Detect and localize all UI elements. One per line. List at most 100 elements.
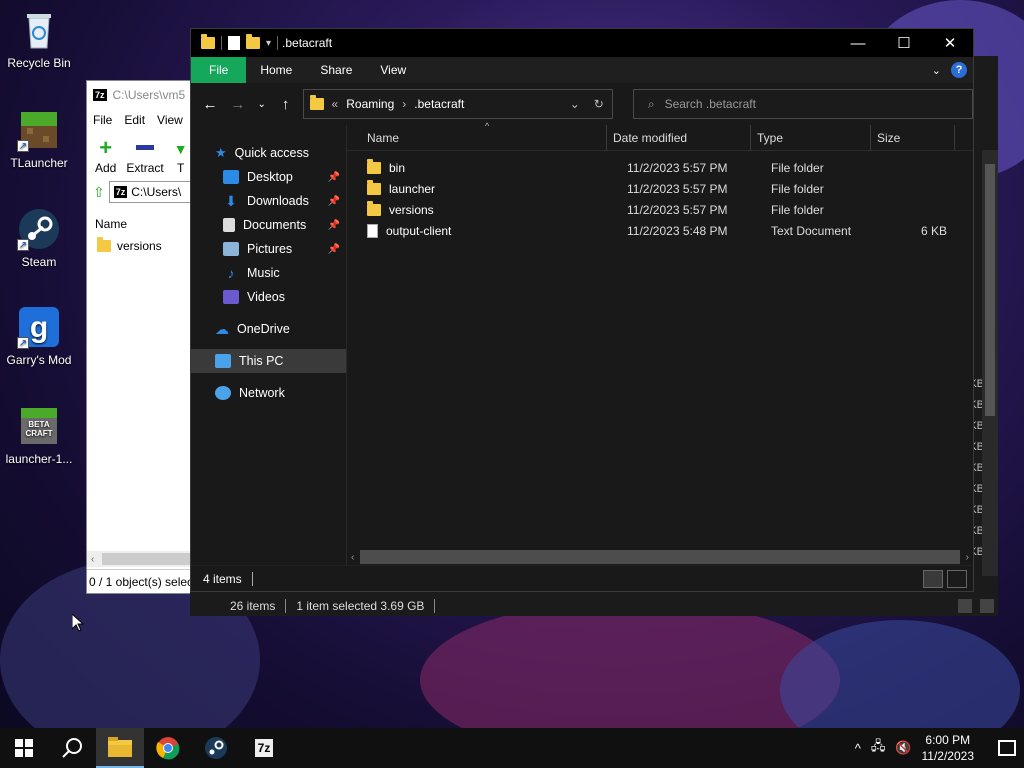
tab-view[interactable]: View [366, 57, 420, 83]
sidebar-item-downloads[interactable]: ⬇ Downloads 📌 [191, 189, 346, 213]
sidebar-item-this-pc[interactable]: This PC [191, 349, 346, 373]
column-name[interactable]: Name [347, 124, 607, 151]
sidebar-item-music[interactable]: ♪ Music [191, 261, 346, 285]
minimize-button[interactable]: — [835, 29, 881, 57]
tab-share[interactable]: Share [306, 57, 366, 83]
sidebar-item-quick-access[interactable]: ★ Quick access [191, 141, 346, 165]
list-item[interactable]: output-client 11/2/2023 5:48 PM Text Doc… [347, 220, 973, 241]
notifications-icon[interactable] [998, 740, 1016, 756]
breadcrumb-overflow[interactable]: « [332, 97, 339, 111]
large-icons-view-icon[interactable] [947, 569, 967, 588]
text-document-icon [367, 223, 378, 238]
scroll-thumb[interactable] [985, 164, 995, 416]
address-bar[interactable]: « Roaming › .betacraft ⌄ ↻ [302, 89, 613, 119]
up-button[interactable]: ↑ [275, 93, 297, 115]
properties-icon[interactable] [228, 36, 240, 50]
desktop-icon-steam[interactable]: ↗ Steam [1, 207, 77, 269]
sevenzip-window[interactable]: 7z C:\Users\vm5 File Edit View + Add Ext… [86, 80, 196, 594]
expand-ribbon-icon[interactable]: ⌄ [932, 64, 941, 77]
scroll-thumb[interactable] [360, 550, 960, 564]
sevenzip-column-name[interactable]: Name [87, 213, 195, 235]
list-item[interactable]: launcher 11/2/2023 5:57 PM File folder [347, 178, 973, 199]
column-date-modified[interactable]: Date modified [607, 124, 751, 151]
desktop-icon-garrys-mod[interactable]: g ↗ Garry's Mod [1, 305, 77, 367]
status-separator [285, 599, 287, 613]
sidebar-item-pictures[interactable]: Pictures 📌 [191, 237, 346, 261]
file-name: bin [389, 160, 406, 175]
explorer-titlebar[interactable]: ▾ .betacraft — ☐ ✕ [191, 29, 973, 57]
clock[interactable]: 6:00 PM 11/2/2023 [922, 732, 975, 764]
taskbar-chrome[interactable] [144, 728, 192, 768]
window-title: .betacraft [282, 36, 333, 50]
sevenzip-list-item[interactable]: versions [87, 235, 195, 257]
search-input[interactable]: Search .betacraft [665, 97, 756, 111]
background-vertical-scrollbar[interactable] [982, 150, 998, 576]
large-icons-view-icon[interactable] [980, 599, 994, 613]
breadcrumb-current[interactable]: .betacraft [414, 97, 464, 111]
sidebar-item-videos[interactable]: Videos [191, 285, 346, 309]
sevenzip-menu-file[interactable]: File [93, 113, 112, 127]
tab-home[interactable]: Home [246, 57, 306, 83]
customize-qat-icon[interactable]: ▾ [266, 38, 271, 49]
address-dropdown-icon[interactable]: ⌄ [570, 97, 580, 111]
taskbar-7zip[interactable]: 7z [240, 728, 288, 768]
sevenzip-test-button[interactable]: ▼ T [174, 141, 188, 175]
tab-file[interactable]: File [191, 57, 247, 83]
horizontal-scrollbar[interactable]: ‹ › [347, 549, 973, 565]
sevenzip-extract-button[interactable]: Extract [126, 139, 164, 175]
status-item-count: 26 items [230, 599, 276, 613]
refresh-icon[interactable]: ↻ [594, 97, 604, 111]
sevenzip-menu-edit[interactable]: Edit [124, 113, 145, 127]
file-explorer-icon [108, 737, 132, 757]
sevenzip-menu-view[interactable]: View [157, 113, 183, 127]
volume-muted-icon[interactable]: 🔇 [895, 740, 911, 756]
taskbar-steam[interactable] [192, 728, 240, 768]
scroll-left-icon[interactable]: ‹ [351, 552, 354, 563]
list-item[interactable]: versions 11/2/2023 5:57 PM File folder [347, 199, 973, 220]
column-headers: Name Date modified Type Size [347, 124, 973, 151]
plus-icon: + [99, 135, 113, 160]
sidebar-item-onedrive[interactable]: ☁ OneDrive [191, 317, 346, 341]
breadcrumb-roaming[interactable]: Roaming [346, 97, 394, 111]
file-name: output-client [386, 223, 452, 238]
shortcut-arrow-icon: ↗ [17, 337, 29, 349]
sevenzip-horizontal-scrollbar[interactable]: ‹ [87, 551, 195, 567]
help-icon[interactable]: ? [951, 62, 967, 78]
sidebar-item-network[interactable]: Network [191, 381, 346, 405]
search-button[interactable] [48, 728, 96, 768]
scroll-right-icon[interactable]: › [966, 552, 969, 563]
column-type[interactable]: Type [751, 124, 871, 151]
desktop-icon-tlauncher[interactable]: ↗ TLauncher [1, 108, 77, 170]
show-hidden-icons-button[interactable]: ^ [855, 741, 861, 756]
sevenzip-add-button[interactable]: + Add [95, 135, 116, 176]
recent-locations-button[interactable]: ⌄ [255, 93, 269, 115]
svg-text:g: g [30, 311, 48, 344]
close-button[interactable]: ✕ [927, 29, 973, 57]
folder-icon [367, 200, 381, 216]
desktop-icon-recycle-bin[interactable]: Recycle Bin [1, 8, 77, 70]
details-view-icon[interactable] [958, 599, 972, 613]
sidebar-item-documents[interactable]: Documents 📌 [191, 213, 346, 237]
sevenzip-titlebar[interactable]: 7z C:\Users\vm5 [87, 81, 195, 109]
sevenzip-path-input[interactable]: 7z C:\Users\ [108, 181, 195, 203]
forward-button[interactable]: → [227, 93, 249, 115]
explorer-window[interactable]: ▾ .betacraft — ☐ ✕ File Home Share View … [190, 28, 974, 592]
scroll-left-icon[interactable]: ‹ [87, 554, 94, 565]
details-view-icon[interactable] [923, 569, 943, 588]
search-box[interactable]: ⌕ Search .betacraft [632, 89, 973, 119]
up-folder-icon[interactable]: ⇧ [93, 184, 105, 201]
network-icon[interactable]: 🖧 [871, 737, 886, 759]
sidebar-item-desktop[interactable]: Desktop 📌 [191, 165, 346, 189]
back-button[interactable]: ← [199, 93, 221, 115]
scroll-thumb[interactable] [102, 553, 193, 565]
background-view-buttons [958, 599, 994, 613]
desktop-icon-betacraft[interactable]: BETA CRAFT launcher-1... [1, 404, 77, 466]
list-item[interactable]: bin 11/2/2023 5:57 PM File folder [347, 157, 973, 178]
new-folder-icon[interactable] [246, 34, 260, 49]
7zip-icon: 7z [254, 739, 274, 757]
file-name: versions [389, 202, 434, 217]
taskbar-file-explorer[interactable] [96, 728, 144, 768]
start-button[interactable] [0, 728, 48, 768]
column-size[interactable]: Size [871, 124, 955, 151]
maximize-button[interactable]: ☐ [881, 29, 927, 57]
